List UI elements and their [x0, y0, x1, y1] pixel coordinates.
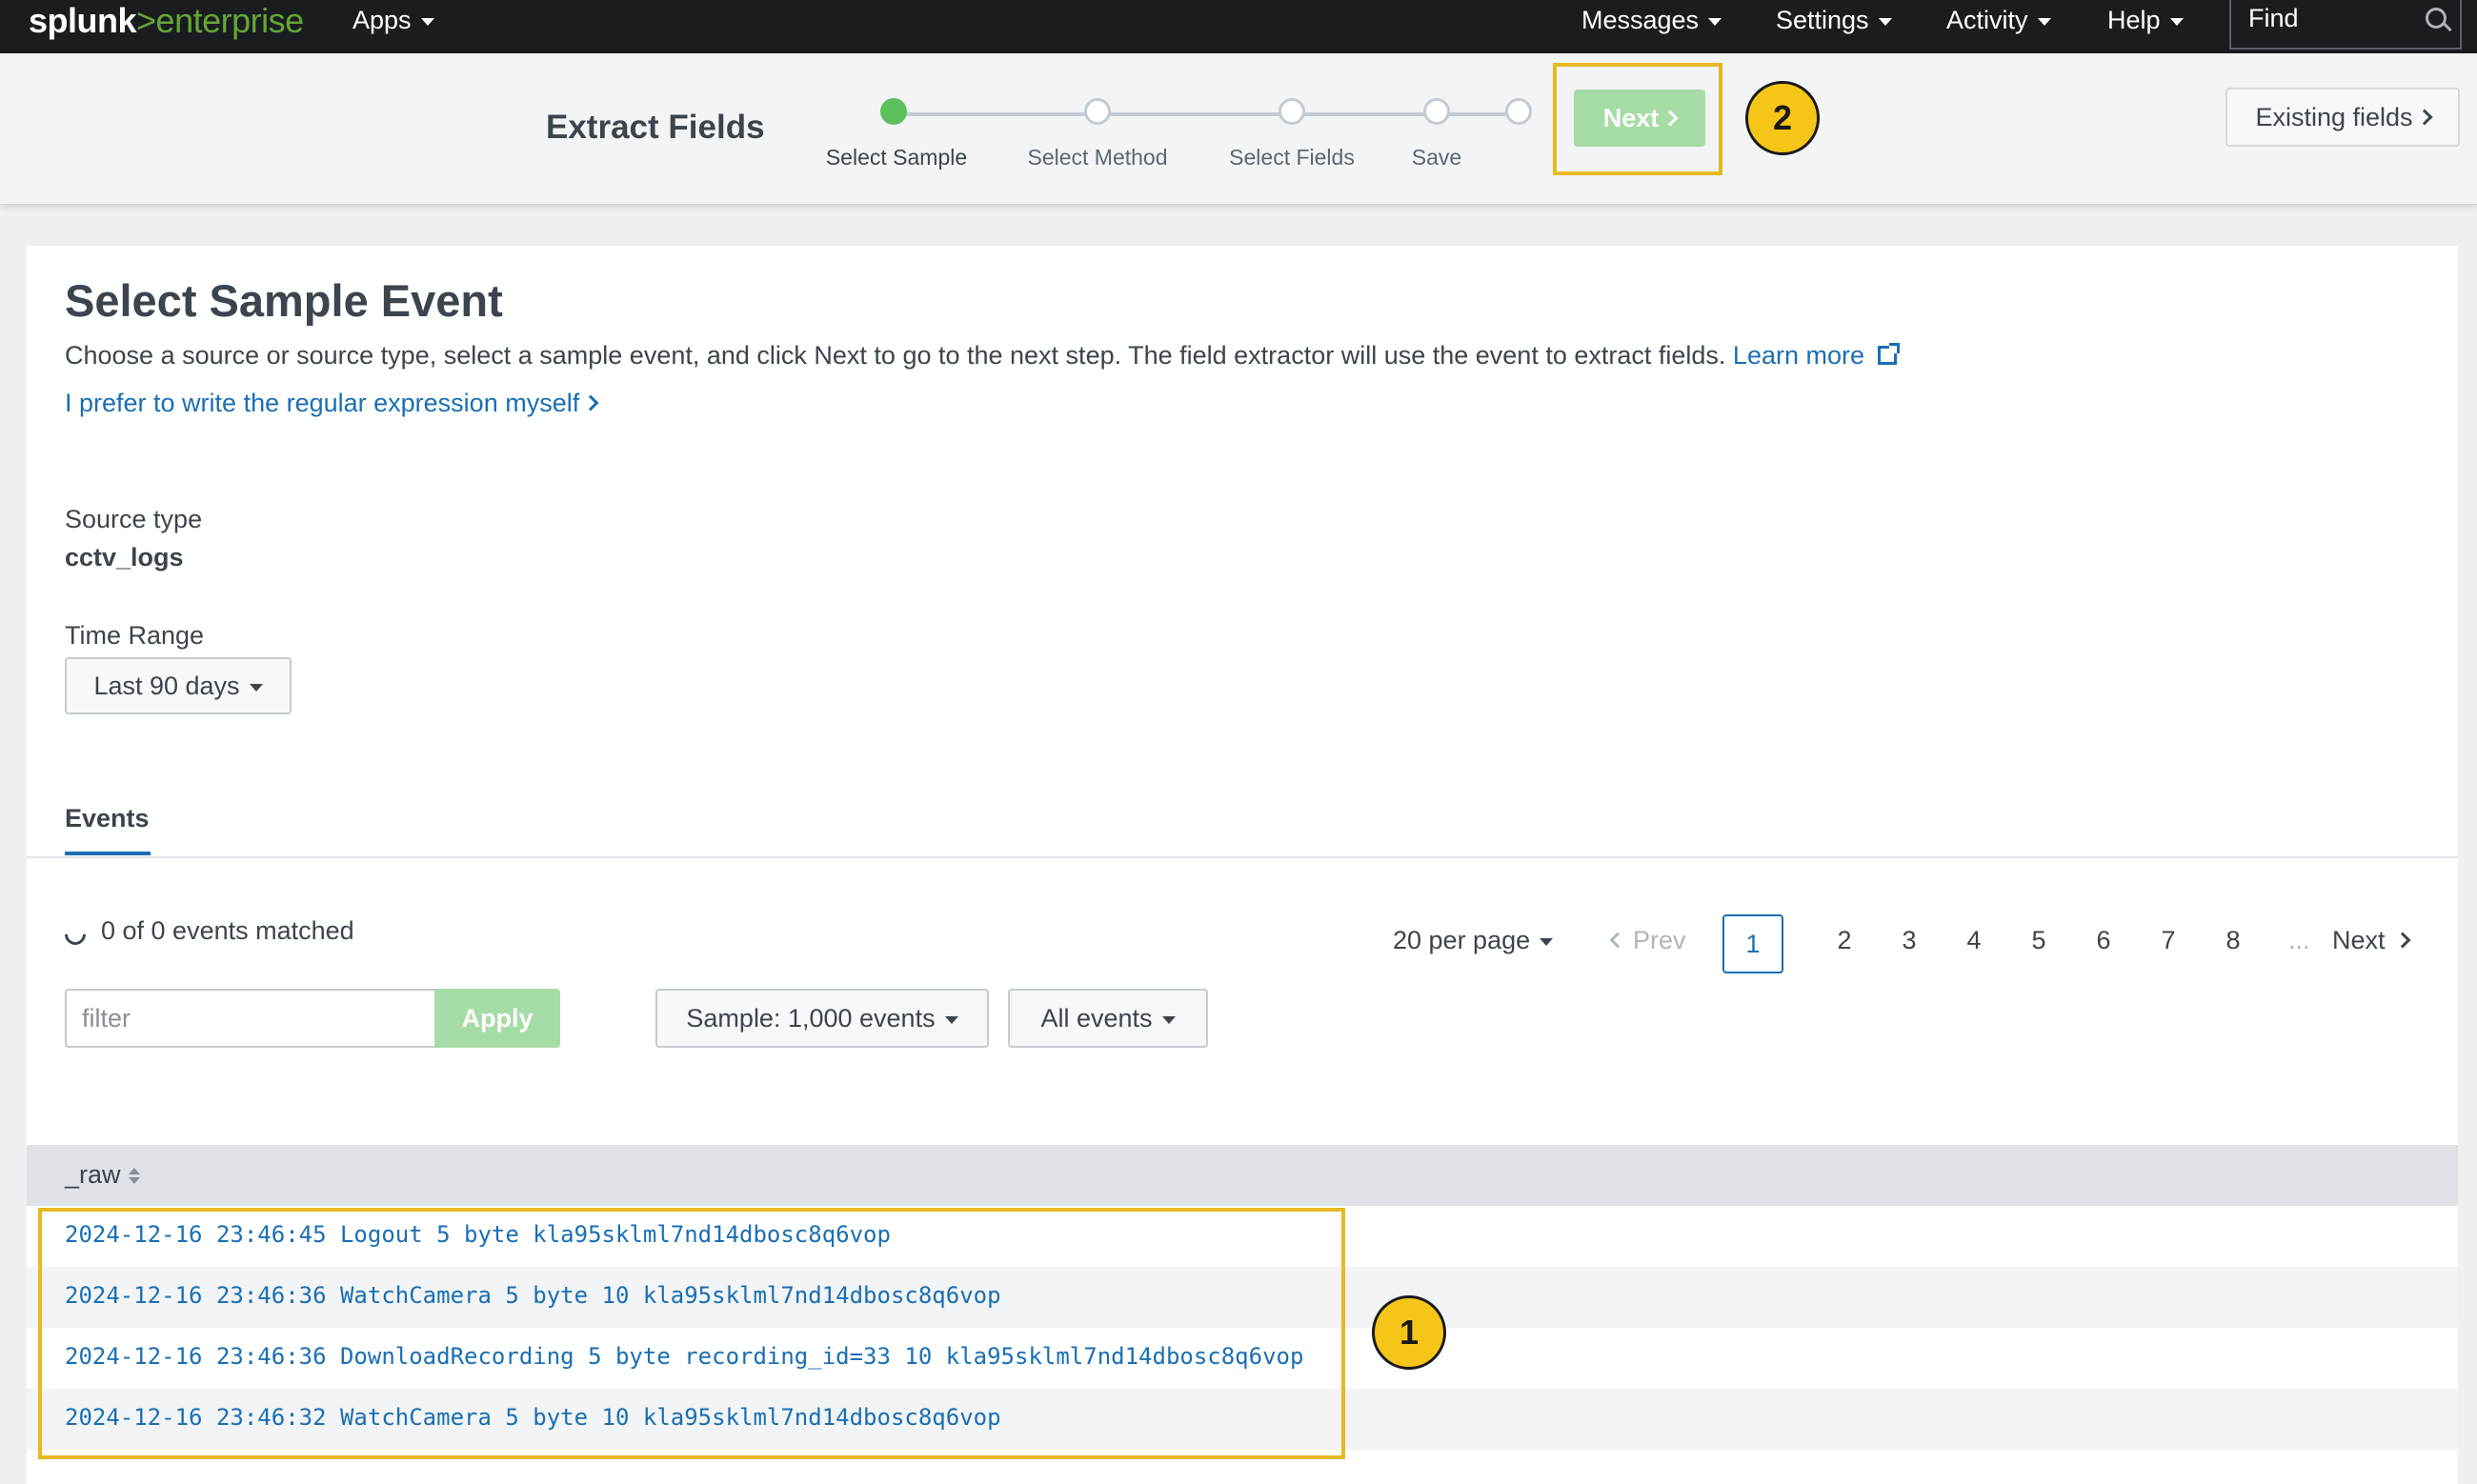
caret-down-icon — [420, 17, 434, 26]
caret-down-icon — [1708, 17, 1722, 26]
step-dot-select-sample — [880, 98, 907, 125]
caret-down-icon — [2169, 17, 2184, 26]
next-page-label: Next — [2332, 926, 2386, 954]
step-connector — [1292, 112, 1437, 116]
time-range-value: Last 90 days — [93, 672, 240, 700]
annotation-badge-1: 1 — [1372, 1295, 1446, 1370]
step-connector — [1098, 112, 1292, 116]
regex-link-label: I prefer to write the regular expression… — [65, 389, 580, 417]
events-matched-count: 0 of 0 events matched — [101, 916, 354, 945]
find-label: Find — [2248, 4, 2299, 32]
step-label-select-fields: Select Fields — [1229, 145, 1355, 170]
time-range-label: Time Range — [65, 621, 205, 650]
source-type-value: cctv_logs — [65, 543, 184, 572]
step-dot-save — [1423, 98, 1450, 125]
help-label: Help — [2107, 6, 2161, 34]
step-dot-select-fields — [1279, 98, 1305, 125]
all-events-label: All events — [1040, 1004, 1153, 1033]
step-dot-final — [1505, 98, 1532, 125]
external-link-icon — [1878, 342, 1900, 365]
pagination-page-3[interactable]: 3 — [1900, 926, 1919, 955]
caret-down-icon — [1540, 937, 1554, 946]
tab-divider — [27, 856, 2458, 858]
search-icon[interactable] — [2426, 8, 2447, 29]
sample-size-label: Sample: 1,000 events — [686, 1004, 936, 1033]
pagination-page-1[interactable]: 1 — [1722, 914, 1783, 973]
sort-icon — [128, 1167, 140, 1186]
apps-menu[interactable]: Apps — [352, 4, 434, 36]
existing-fields-button[interactable]: Existing fields — [2225, 88, 2460, 147]
page-description: Choose a source or source type, select a… — [65, 341, 1900, 371]
apps-label: Apps — [352, 6, 412, 34]
sample-size-dropdown[interactable]: Sample: 1,000 events — [655, 989, 989, 1048]
step-label-select-sample: Select Sample — [825, 145, 968, 170]
highlight-box-next — [1553, 63, 1722, 175]
page-title: Select Sample Event — [65, 275, 503, 326]
write-regex-link[interactable]: I prefer to write the regular expression… — [65, 389, 599, 418]
settings-label: Settings — [1776, 6, 1869, 34]
caret-down-icon — [1878, 17, 1892, 26]
description-text: Choose a source or source type, select a… — [65, 341, 1726, 370]
event-filter-dropdown[interactable]: All events — [1008, 989, 1208, 1048]
pagination-page-7[interactable]: 7 — [2159, 926, 2178, 955]
logo-separator: > — [136, 1, 156, 40]
pagination-page-6[interactable]: 6 — [2094, 926, 2113, 955]
chevron-left-icon — [1609, 932, 1626, 949]
caret-down-icon — [944, 1015, 958, 1024]
splunk-logo[interactable]: splunk>enterprise — [29, 2, 304, 40]
per-page-label: 20 per page — [1393, 926, 1531, 954]
chevron-right-icon — [2394, 932, 2411, 949]
activity-label: Activity — [1946, 6, 2028, 34]
annotation-badge-2: 2 — [1745, 81, 1820, 155]
step-connector — [894, 112, 1098, 116]
filter-input[interactable] — [65, 989, 436, 1048]
help-menu[interactable]: Help — [2107, 4, 2184, 36]
tab-active-indicator — [65, 852, 151, 855]
raw-column-label: _raw — [65, 1160, 121, 1189]
learn-more-link[interactable]: Learn more — [1732, 341, 1900, 370]
settings-menu[interactable]: Settings — [1776, 4, 1892, 36]
per-page-dropdown[interactable]: 20 per page — [1393, 926, 1554, 955]
chevron-right-icon — [2416, 109, 2433, 126]
apply-filter-button[interactable]: Apply — [434, 989, 560, 1048]
caret-down-icon — [2037, 17, 2051, 26]
find-search-input[interactable]: Find — [2229, 0, 2462, 50]
tab-events[interactable]: Events — [65, 804, 150, 833]
table-header: _raw — [27, 1145, 2458, 1206]
messages-menu[interactable]: Messages — [1581, 4, 1722, 36]
highlight-box-events — [38, 1208, 1345, 1459]
time-range-dropdown[interactable]: Last 90 days — [65, 657, 292, 714]
pagination-page-2[interactable]: 2 — [1835, 926, 1854, 955]
pagination-page-8[interactable]: 8 — [2224, 926, 2243, 955]
pagination-ellipsis: ... — [2288, 926, 2310, 954]
logo-text: splunk — [29, 1, 137, 40]
messages-label: Messages — [1581, 6, 1700, 34]
wizard-title: Extract Fields — [546, 109, 765, 146]
logo-product: enterprise — [155, 1, 305, 40]
prev-label: Prev — [1633, 926, 1686, 954]
step-label-select-method: Select Method — [1027, 145, 1168, 170]
main-panel: Select Sample Event Choose a source or s… — [27, 246, 2458, 1484]
activity-menu[interactable]: Activity — [1946, 4, 2051, 36]
loading-spinner-icon — [60, 919, 91, 950]
caret-down-icon — [249, 683, 263, 692]
step-label-save: Save — [1411, 145, 1462, 170]
learn-more-label: Learn more — [1732, 341, 1864, 370]
pagination-page-4[interactable]: 4 — [1964, 926, 1984, 955]
extract-fields-wizard: Extract Fields Select Sample Select Meth… — [0, 53, 2477, 205]
pagination-next[interactable]: Next — [2332, 926, 2411, 955]
step-dot-select-method — [1084, 98, 1111, 125]
raw-column-header[interactable]: _raw — [65, 1160, 140, 1190]
caret-down-icon — [1161, 1015, 1176, 1024]
source-type-label: Source type — [65, 505, 203, 533]
pagination-page-5[interactable]: 5 — [2029, 926, 2048, 955]
top-nav-bar: splunk>enterprise Apps Messages Settings… — [0, 0, 2477, 53]
chevron-right-icon — [582, 394, 599, 411]
existing-fields-label: Existing fields — [2255, 103, 2413, 131]
pagination-prev[interactable]: Prev — [1609, 926, 1686, 955]
